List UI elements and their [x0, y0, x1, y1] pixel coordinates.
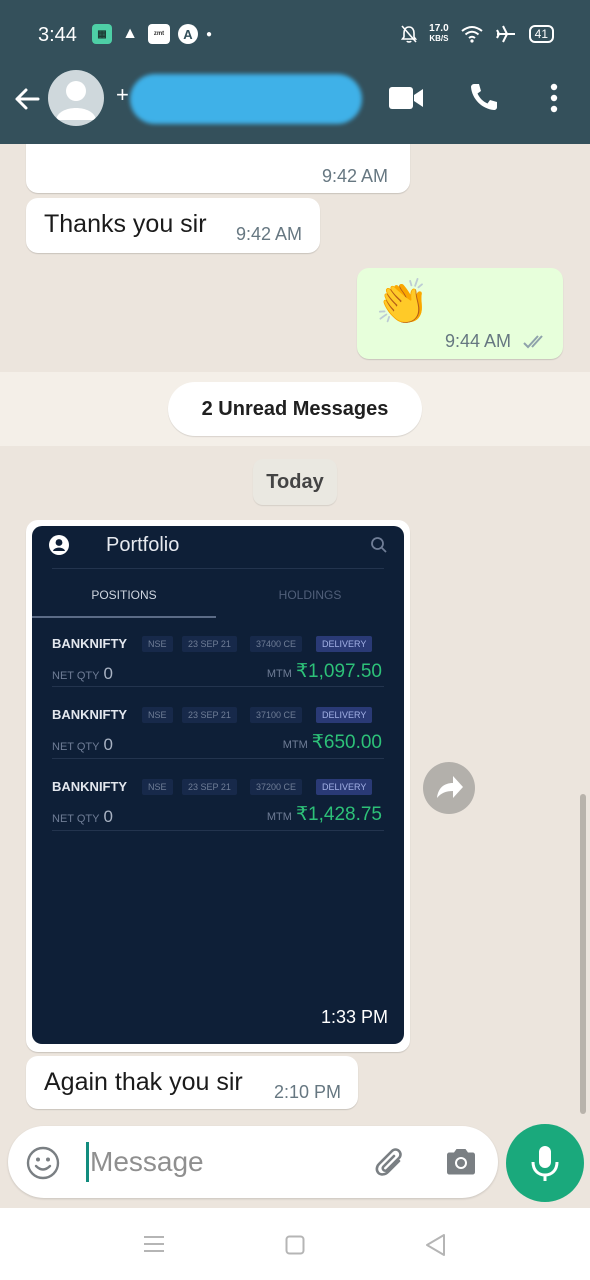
message-time: 9:42 AM	[236, 224, 303, 244]
position-symbol: BANKNIFTY	[52, 636, 128, 651]
more-options-icon[interactable]	[544, 82, 564, 114]
mtm-value: MTM ₹650.00	[282, 732, 382, 753]
net-qty: NET QTY 0	[52, 735, 113, 754]
chat-header: +	[0, 70, 590, 144]
message-time: 9:44 AM	[445, 331, 512, 351]
recent-apps-icon[interactable]	[144, 1235, 164, 1253]
forward-button[interactable]	[423, 762, 475, 814]
emoji-icon[interactable]	[26, 1146, 60, 1180]
exchange-chip: NSE	[142, 707, 173, 723]
airplane-mode-icon	[495, 25, 515, 43]
status-bar: 3:44 ▦ ▲ zmt A ● 17.0 KB/S 41	[0, 0, 590, 70]
position-row: BANKNIFTY NSE 23 SEP 21 37200 CE DELIVER…	[52, 771, 382, 843]
net-qty: NET QTY 0	[52, 807, 113, 826]
tab-positions: POSITIONS	[91, 588, 157, 602]
unread-messages-pill: 2 Unread Messages	[168, 382, 422, 436]
position-symbol: BANKNIFTY	[52, 779, 128, 794]
net-speed-unit: KB/S	[429, 34, 449, 43]
message-bubble-incoming[interactable]: Again thak you sir 2:10 PM	[26, 1056, 358, 1109]
expiry-chip: 23 SEP 21	[182, 779, 237, 795]
divider	[52, 568, 384, 569]
active-tab-indicator	[32, 616, 216, 618]
product-chip: DELIVERY	[316, 707, 373, 723]
default-avatar-icon	[56, 81, 96, 120]
expiry-chip: 23 SEP 21	[182, 636, 237, 652]
contact-name-redacted[interactable]	[130, 74, 362, 124]
bell-off-icon	[401, 25, 418, 43]
strike-chip: 37200 CE	[250, 779, 303, 795]
zomato-app-icon: zmt	[148, 24, 170, 44]
back-arrow-icon[interactable]	[12, 84, 42, 114]
clapping-hands-emoji: 👏	[375, 278, 430, 327]
triangle-app-icon: ▲	[122, 25, 138, 42]
exchange-chip: NSE	[142, 636, 173, 652]
a-app-icon: A	[178, 24, 198, 44]
message-time: 9:42 AM	[322, 166, 389, 186]
portfolio-title: Portfolio	[106, 534, 180, 556]
date-divider: Today	[253, 459, 337, 505]
message-bubble-incoming[interactable]: Thanks you sir 9:42 AM	[26, 198, 320, 253]
more-notifications-dot-icon: ●	[206, 28, 213, 40]
avatar[interactable]	[48, 70, 104, 126]
message-input[interactable]	[90, 1142, 340, 1182]
video-call-icon[interactable]	[388, 85, 424, 111]
scrollbar[interactable]	[580, 794, 586, 1114]
position-row: BANKNIFTY NSE 23 SEP 21 37100 CE DELIVER…	[52, 699, 382, 771]
message-bubble-image[interactable]: Portfolio POSITIONS HOLDINGS BANKNIFTY N…	[26, 520, 410, 1052]
mic-icon	[531, 1146, 559, 1181]
chat-area[interactable]: 9:42 AM Thanks you sir 9:42 AM 👏 9:44 AM…	[0, 144, 590, 1122]
tab-holdings: HOLDINGS	[278, 588, 342, 602]
shared-image[interactable]: Portfolio POSITIONS HOLDINGS BANKNIFTY N…	[32, 526, 404, 1044]
message-bubble-outgoing[interactable]: 👏 9:44 AM	[357, 268, 563, 359]
strike-chip: 37100 CE	[250, 707, 303, 723]
expiry-chip: 23 SEP 21	[182, 707, 237, 723]
strike-chip: 37400 CE	[250, 636, 303, 652]
mtm-value: MTM ₹1,097.50	[266, 661, 382, 682]
system-nav-bar	[0, 1208, 590, 1280]
message-text: Again thak you sir	[44, 1068, 243, 1096]
sheet-app-icon: ▦	[92, 24, 112, 44]
exchange-chip: NSE	[142, 779, 173, 795]
back-nav-icon[interactable]	[424, 1233, 446, 1257]
mtm-value: MTM ₹1,428.75	[266, 804, 382, 825]
voice-call-icon[interactable]	[468, 81, 500, 113]
product-chip: DELIVERY	[316, 636, 373, 652]
camera-icon[interactable]	[444, 1146, 478, 1178]
divider	[52, 830, 384, 831]
status-right: 17.0 KB/S 41	[401, 24, 554, 44]
status-time: 3:44	[38, 24, 77, 46]
attach-icon[interactable]	[372, 1144, 410, 1182]
message-text: Thanks you sir	[44, 210, 207, 238]
wifi-icon	[461, 26, 483, 43]
unread-banner: 2 Unread Messages	[0, 372, 590, 446]
message-time: 1:33 PM	[320, 1007, 388, 1027]
product-chip: DELIVERY	[316, 779, 373, 795]
status-app-icons: ▦ ▲ zmt A ●	[92, 24, 212, 44]
home-icon[interactable]	[285, 1235, 305, 1255]
search-icon	[371, 537, 387, 553]
double-check-read-icon	[523, 335, 543, 349]
net-speed: 17.0 KB/S	[429, 24, 448, 44]
position-symbol: BANKNIFTY	[52, 707, 128, 722]
divider	[52, 758, 384, 759]
user-account-icon	[49, 535, 69, 555]
battery-indicator: 41	[528, 25, 554, 43]
message-bubble-incoming[interactable]: 9:42 AM	[26, 144, 410, 193]
position-row: BANKNIFTY NSE 23 SEP 21 37400 CE DELIVER…	[52, 628, 382, 700]
message-time: 2:10 PM	[274, 1082, 342, 1102]
net-qty: NET QTY 0	[52, 664, 113, 683]
divider	[52, 686, 384, 687]
contact-prefix: +	[116, 82, 129, 107]
text-cursor	[86, 1142, 89, 1182]
net-speed-value: 17.0	[429, 23, 449, 34]
mic-button[interactable]	[506, 1124, 584, 1202]
message-composer	[8, 1126, 498, 1198]
forward-arrow-icon	[437, 776, 463, 798]
